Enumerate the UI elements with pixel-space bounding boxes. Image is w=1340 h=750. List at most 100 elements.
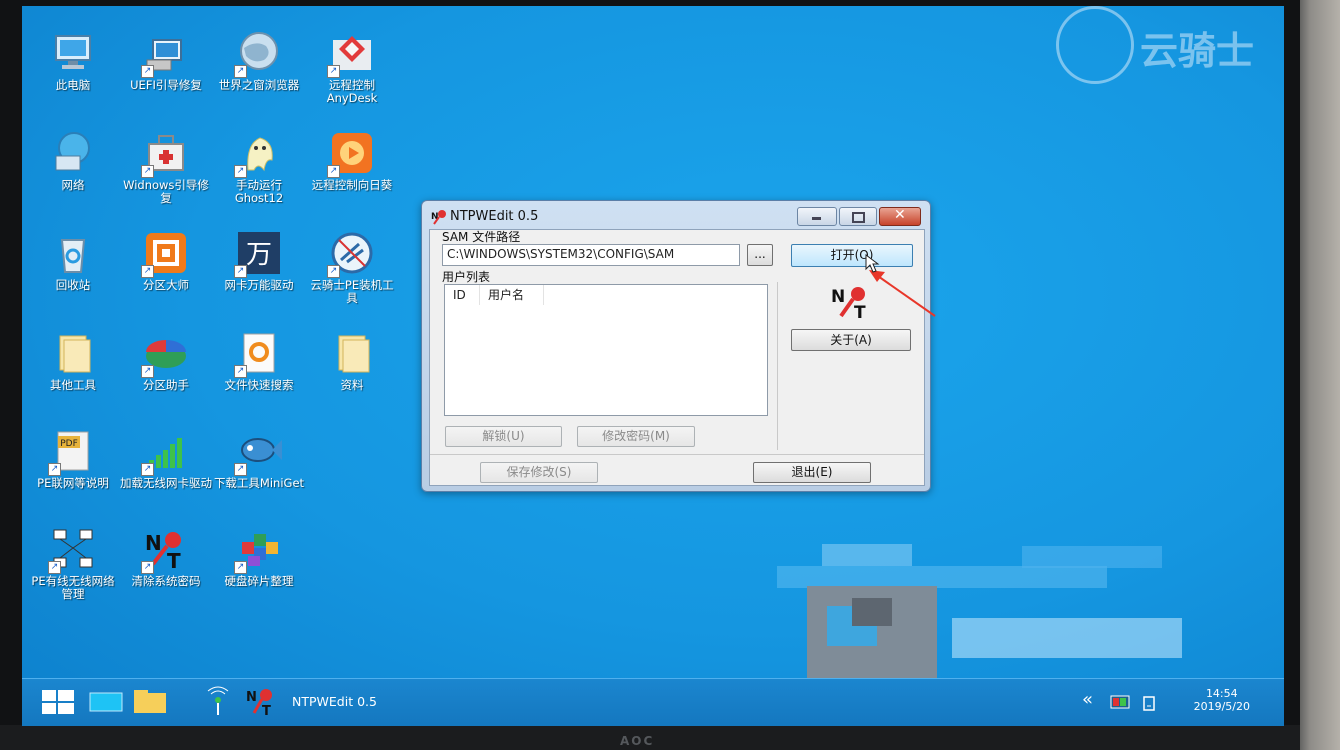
desktop-icon-browser[interactable]: ↗ 世界之窗浏览器: [213, 30, 305, 92]
defrag-cubes-icon: ↗: [234, 526, 282, 574]
save-changes-button[interactable]: 保存修改(S): [480, 462, 598, 483]
unlock-button[interactable]: 解锁(U): [445, 426, 562, 447]
mouse-cursor-icon: [865, 254, 880, 273]
horizontal-divider: [430, 454, 924, 455]
dialog-body: SAM 文件路径 C:\WINDOWS\SYSTEM32\CONFIG\SAM …: [429, 229, 925, 486]
svg-text:T: T: [854, 303, 866, 320]
desktop-icon-defrag[interactable]: ↗ 硬盘碎片整理: [213, 526, 305, 588]
desktop-icon-pe-network-guide[interactable]: PDF ↗ PE联网等说明: [27, 428, 119, 490]
taskbar: NT NTPWEdit 0.5 « 14:54 2019/5/20: [22, 678, 1284, 726]
computer-icon: [50, 30, 96, 76]
desktop-icon-windows-boot-repair[interactable]: ↗ Widnows引导修复: [120, 130, 212, 205]
display-settings-icon[interactable]: [1110, 695, 1130, 711]
anydesk-icon: ↗: [327, 30, 375, 78]
network-manager-icon: ↗: [48, 526, 96, 574]
partition-master-icon: ↗: [141, 230, 189, 278]
windows-logo-icon: [42, 690, 74, 714]
exit-button[interactable]: 退出(E): [753, 462, 871, 483]
user-list-label: 用户列表: [442, 270, 491, 284]
taskbar-explorer-button[interactable]: [130, 685, 170, 719]
desktop-icon-network[interactable]: 网络: [27, 130, 119, 192]
desktop-icon-this-pc[interactable]: 此电脑: [27, 30, 119, 92]
pdf-icon: PDF ↗: [48, 428, 96, 476]
svg-text:N: N: [831, 287, 845, 307]
desktop-icon-partition-master[interactable]: ↗ 分区大师: [120, 230, 212, 292]
watermark: 云骑士: [1052, 6, 1284, 84]
sam-path-field[interactable]: C:\WINDOWS\SYSTEM32\CONFIG\SAM: [442, 244, 740, 266]
column-header-username[interactable]: 用户名: [480, 285, 544, 305]
folder-icon: [329, 330, 375, 376]
ghost-icon: ↗: [234, 130, 282, 178]
system-clock[interactable]: 14:54 2019/5/20: [1194, 687, 1250, 713]
maximize-icon: [852, 212, 865, 223]
desktop-icon-partition-assistant[interactable]: ↗ 分区助手: [120, 330, 212, 392]
svg-text:N: N: [145, 531, 162, 555]
svg-text:万: 万: [246, 240, 272, 270]
minimize-icon: [812, 217, 821, 220]
ntpwedit-dialog: N NTPWEdit 0.5 ✕ SAM 文件路径 C:\WINDOWS\SYS…: [421, 200, 931, 492]
tray-chevron-icon[interactable]: «: [1082, 689, 1093, 710]
folder-icon: [134, 690, 166, 713]
folder-icon: [50, 330, 96, 376]
desktop-screen: 云骑士 此电脑 ↗ UEFI引导修复 ↗ 世界之窗浏览器 ↗ 远程控制AnyDe…: [22, 6, 1284, 726]
svg-text:N: N: [246, 690, 257, 705]
column-header-id[interactable]: ID: [445, 285, 480, 305]
monitor-icon: [89, 692, 123, 712]
clock-date: 2019/5/20: [1193, 700, 1250, 713]
desktop-icon-network-manager[interactable]: ↗ PE有线无线网络管理: [27, 526, 119, 601]
desktop-icon-uefi-repair[interactable]: ↗ UEFI引导修复: [120, 30, 212, 92]
taskbar-network-button[interactable]: [200, 685, 236, 719]
desktop-icon-recycle-bin[interactable]: 回收站: [27, 230, 119, 292]
partition-assistant-icon: ↗: [141, 330, 189, 378]
watermark-logo-icon: [1056, 6, 1134, 84]
minimize-button[interactable]: [797, 207, 837, 226]
clock-time: 14:54: [1205, 687, 1238, 700]
taskbar-app-label: NTPWEdit 0.5: [292, 694, 377, 709]
desktop-icon-wan-driver[interactable]: 万 ↗ 网卡万能驱动: [213, 230, 305, 292]
watermark-text: 云骑士: [1140, 29, 1255, 73]
file-search-icon: ↗: [234, 330, 282, 378]
sunflower-icon: ↗: [327, 130, 375, 178]
desktop-icon-ghost[interactable]: ↗ 手动运行Ghost12: [213, 130, 305, 205]
ntpw-app-icon: N: [431, 209, 447, 225]
network-globe-icon: [50, 130, 96, 176]
change-password-button[interactable]: 修改密码(M): [577, 426, 695, 447]
svg-text:T: T: [167, 549, 181, 572]
yunqishi-icon: ↗: [327, 230, 375, 278]
vertical-divider: [777, 282, 778, 450]
desktop-icon-anydesk[interactable]: ↗ 远程控制AnyDesk: [306, 30, 398, 105]
desktop-icon-sunflower[interactable]: ↗ 远程控制向日葵: [306, 130, 398, 192]
desktop-icon-yunqishi[interactable]: ↗ 云骑士PE装机工具: [306, 230, 398, 305]
recycle-bin-icon: [50, 230, 96, 276]
close-icon: ✕: [894, 207, 906, 223]
desktop-icon-other-tools[interactable]: 其他工具: [27, 330, 119, 392]
svg-text:T: T: [262, 704, 271, 717]
monitor-brand: AOC: [620, 734, 655, 748]
user-list[interactable]: ID 用户名: [444, 284, 768, 416]
browse-button[interactable]: ...: [747, 244, 773, 266]
browser-globe-icon: ↗: [234, 30, 282, 78]
toolbox-icon: ↗: [141, 130, 189, 178]
taskbar-ntpwedit-button[interactable]: NT NTPWEdit 0.5: [246, 685, 426, 719]
close-button[interactable]: ✕: [879, 207, 921, 226]
desktop-icon-file-search[interactable]: ↗ 文件快速搜索: [213, 330, 305, 392]
ntpw-key-icon: NT: [246, 689, 272, 717]
about-button[interactable]: 关于(A): [791, 329, 911, 351]
svg-text:PDF: PDF: [60, 439, 78, 449]
maximize-button[interactable]: [839, 207, 877, 226]
desktop-icon-clear-password[interactable]: NT ↗ 清除系统密码: [120, 526, 212, 588]
wifi-bars-icon: ↗: [141, 428, 189, 476]
dialog-title: NTPWEdit 0.5: [450, 209, 539, 224]
ntpw-key-icon: NT ↗: [141, 526, 189, 574]
uefi-repair-icon: ↗: [141, 30, 189, 78]
wan-driver-icon: 万 ↗: [234, 230, 282, 278]
desktop-icon-documents[interactable]: 资料: [306, 330, 398, 392]
fish-icon: ↗: [234, 428, 282, 476]
desktop-icon-miniget[interactable]: ↗ 下载工具MiniGet: [213, 428, 305, 490]
sam-path-label: SAM 文件路径: [442, 230, 521, 244]
desktop-icon-wireless-driver[interactable]: ↗ 加载无线网卡驱动: [120, 428, 212, 490]
start-button[interactable]: [36, 685, 80, 719]
antenna-icon: [207, 686, 229, 715]
drive-icon[interactable]: [1142, 695, 1156, 711]
taskbar-desktop-button[interactable]: [86, 685, 126, 719]
